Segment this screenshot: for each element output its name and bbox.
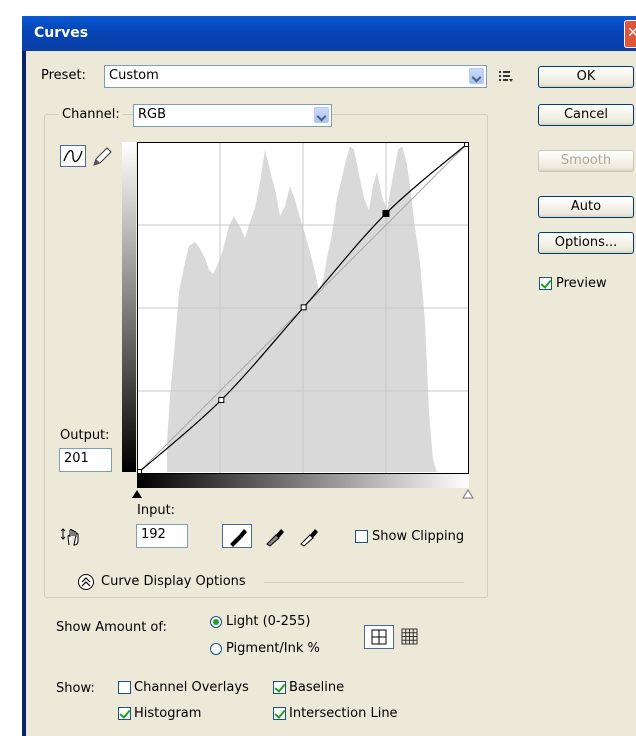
pigment-radio[interactable] xyxy=(210,643,222,655)
options-button[interactable]: Options... xyxy=(538,232,634,254)
black-eyedropper-icon xyxy=(230,529,247,547)
pigment-radio-label: Pigment/Ink % xyxy=(226,641,320,656)
detailed-grid-icon[interactable] xyxy=(400,627,420,647)
channel-overlays-checkbox[interactable] xyxy=(118,681,131,694)
output-label: Output: xyxy=(60,428,110,443)
show-clipping-label: Show Clipping xyxy=(372,529,465,544)
selected-curve-point[interactable] xyxy=(382,209,390,217)
light-radio[interactable] xyxy=(210,616,222,628)
show-label: Show: xyxy=(56,681,95,696)
white-point-slider-icon[interactable] xyxy=(462,489,474,499)
channel-label: Channel: xyxy=(59,107,123,122)
title-bar[interactable]: Curves xyxy=(22,16,636,51)
intersection-line-label: Intersection Line xyxy=(289,706,398,721)
preview-label: Preview xyxy=(556,276,607,291)
chevron-down-icon[interactable] xyxy=(314,107,329,123)
channel-value: RGB xyxy=(138,107,167,122)
window-title: Curves xyxy=(34,25,89,41)
intersection-line-checkbox[interactable] xyxy=(273,707,286,720)
on-image-adjust-hand-icon[interactable] xyxy=(60,527,82,547)
chevron-down-icon[interactable] xyxy=(469,68,484,84)
output-gradient-bar xyxy=(122,142,136,472)
baseline-label: Baseline xyxy=(289,680,345,695)
black-eyedropper-button[interactable] xyxy=(222,524,252,548)
simple-grid-icon xyxy=(371,629,387,645)
auto-button[interactable]: Auto xyxy=(538,196,634,218)
curve-wave-icon xyxy=(63,149,83,163)
pencil-icon[interactable] xyxy=(90,145,114,167)
histogram-label: Histogram xyxy=(134,706,202,721)
preview-checkbox[interactable] xyxy=(539,277,552,290)
black-point-slider-icon[interactable] xyxy=(132,490,142,498)
curve-point[interactable] xyxy=(218,396,225,403)
ok-button[interactable]: OK xyxy=(538,66,634,88)
curve-display-options-label: Curve Display Options xyxy=(101,574,246,589)
preset-select[interactable]: Custom xyxy=(104,65,487,88)
close-button[interactable]: ✕ xyxy=(624,20,636,48)
curves-graph[interactable] xyxy=(137,142,469,474)
input-sliders[interactable] xyxy=(130,488,474,502)
output-field[interactable]: 201 xyxy=(59,448,112,472)
histogram-checkbox[interactable] xyxy=(118,707,131,720)
input-gradient-bar xyxy=(137,474,469,488)
channel-select[interactable]: RGB xyxy=(133,104,332,127)
preset-options-icon[interactable] xyxy=(498,70,514,84)
light-radio-label: Light (0-255) xyxy=(226,614,311,629)
cancel-button[interactable]: Cancel xyxy=(538,104,634,126)
section-divider xyxy=(264,582,464,583)
collapse-chevron-icon[interactable] xyxy=(77,573,95,591)
curve-tool-button[interactable] xyxy=(60,145,86,167)
input-label: Input: xyxy=(137,503,176,518)
simple-grid-button[interactable] xyxy=(364,625,394,649)
curve-point[interactable] xyxy=(300,304,307,311)
show-clipping-checkbox[interactable] xyxy=(355,530,368,543)
preset-value: Custom xyxy=(109,68,159,83)
baseline-checkbox[interactable] xyxy=(273,681,286,694)
gray-eyedropper-icon[interactable] xyxy=(262,525,288,547)
smooth-button[interactable]: Smooth xyxy=(538,150,634,172)
channel-overlays-label: Channel Overlays xyxy=(134,680,249,695)
preset-label: Preset: xyxy=(41,68,86,83)
white-eyedropper-icon[interactable] xyxy=(296,525,322,547)
input-field[interactable]: 192 xyxy=(136,524,188,548)
show-amount-label: Show Amount of: xyxy=(56,620,167,635)
